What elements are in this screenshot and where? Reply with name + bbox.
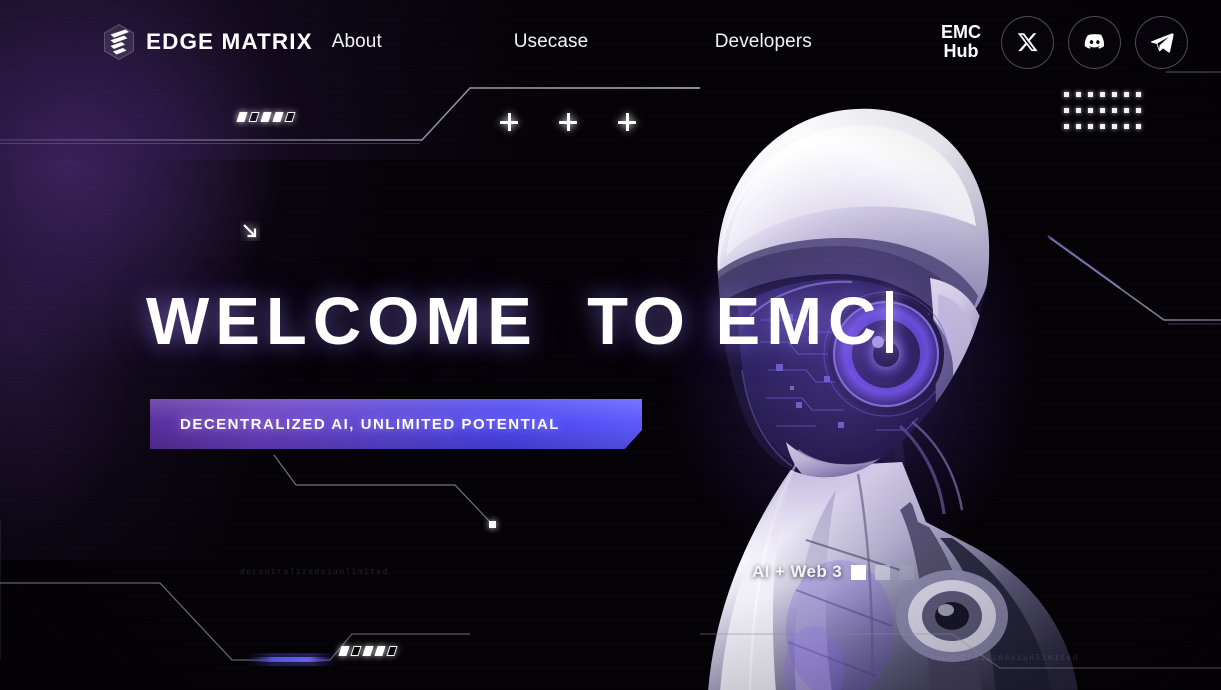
decor-endpoint-square [489,521,496,528]
page-title: WELCOME TO EMC [146,284,894,359]
decor-bars-bottom-left [338,646,398,656]
decor-bar [338,646,350,656]
decor-faint-text-right: decentralizedaiunlimited [930,654,1079,663]
decor-bar [374,646,386,656]
decor-bar [350,646,362,656]
decor-bar [362,646,374,656]
robot-glow [640,150,1060,620]
decor-bar [284,112,296,122]
decor-bar [272,112,284,122]
typing-caret [886,290,894,353]
x-icon [1017,33,1038,52]
decor-dot-grid [1064,92,1148,140]
decor-faint-text-left: decentralizedaiunlimited [240,568,389,577]
ai-web3-overlay: AI + Web 3 [752,562,915,582]
hero-section: WELCOME TO EMC DECENTRALIZED AI, UNLIMIT… [0,0,1221,690]
slide-indicator-3[interactable] [899,564,915,580]
tagline-banner[interactable]: DECENTRALIZED AI, UNLIMITED POTENTIAL [150,399,642,449]
decor-bars-top-left [236,112,296,122]
decor-bar [248,112,260,122]
plus-icon [559,113,577,131]
emc-hub-button[interactable]: EMC Hub [941,22,981,61]
page-root: decentralizedaiunlimited decentralizedai… [0,0,1221,690]
hero-robot-image [600,70,1160,690]
social-link-x[interactable] [1001,15,1054,69]
edge-matrix-logo-icon [103,24,135,60]
nav-links: About Usecase Developers [331,31,812,53]
telegram-icon [1150,33,1174,53]
brand[interactable]: EDGE MATRIX [103,24,313,60]
decor-bar [260,112,272,122]
social-link-discord[interactable] [1068,15,1121,69]
arrow-down-right-icon [240,221,260,246]
plus-icon [618,113,636,131]
nav-link-usecase[interactable]: Usecase [514,31,715,53]
discord-icon [1084,34,1104,49]
tagline-text: DECENTRALIZED AI, UNLIMITED POTENTIAL [180,415,560,433]
decor-plus-row [500,113,636,131]
nav-link-about[interactable]: About [332,31,514,53]
plus-icon [500,113,518,131]
navbar: EDGE MATRIX About Usecase Developers EMC… [0,0,1221,84]
nav-right-cluster: EMC Hub [941,0,1188,84]
background-purple-glow [0,0,470,560]
ai-web3-label: AI + Web 3 [752,562,843,581]
social-link-telegram[interactable] [1135,15,1188,69]
slide-indicator-2[interactable] [875,564,891,580]
headline-text: WELCOME TO EMC [146,284,883,359]
decor-bar [236,112,248,122]
slide-indicator-1[interactable] [851,564,867,580]
brand-name: EDGE MATRIX [146,29,313,54]
decor-bar [386,646,398,656]
